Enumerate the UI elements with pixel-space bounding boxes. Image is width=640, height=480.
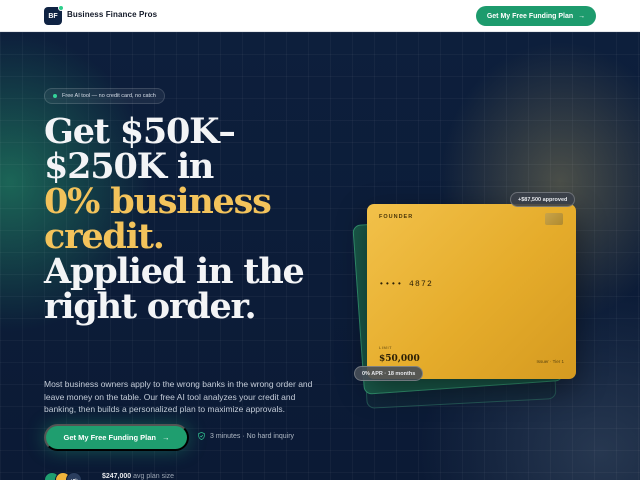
card-label: FOUNDER [379,214,414,220]
stat-value: $247,000 [102,473,132,480]
shield-check-icon [198,432,205,440]
top-navbar: BF Business Finance Pros Get My Free Fun… [0,0,640,32]
status-dot-icon [53,94,57,98]
headline-line-3: 0% business [44,181,272,222]
card-chip-icon [545,213,563,225]
logo-text: BF [48,12,58,20]
hero-funding-plan-button[interactable]: Get My Free Funding Plan → [44,424,189,451]
card-issuer: Issuer · Tier 1 [536,359,564,364]
card-limit-label: LIMIT [379,345,393,350]
hero-description: Most business owners apply to the wrong … [44,379,313,415]
hero-headline: Get $50K– $250K in 0% business credit. A… [44,114,344,324]
customer-avatars: +8k [44,472,82,480]
hero-meta: 3 minutes · No hard inquiry [198,432,294,440]
stat-label: avg plan size [133,473,175,480]
avg-plan-stat: $247,000 avg plan size [102,473,174,480]
headline-line-5: Applied in the [44,251,305,292]
approved-badge: +$87,500 approved [510,192,576,207]
header-funding-plan-button[interactable]: Get My Free Funding Plan → [476,6,596,26]
arrow-right-icon: → [162,433,170,442]
meta-text: 3 minutes · No hard inquiry [210,432,295,440]
header-cta-label: Get My Free Funding Plan [486,12,574,20]
hero-section: Free AI tool — no credit card, no catch … [0,32,640,480]
logo-status-dot [58,5,64,11]
arrow-right-icon: → [578,12,586,20]
brand-logo[interactable]: BF [44,5,64,25]
hero-cta-label: Get My Free Funding Plan [63,433,156,442]
apr-badge: 0% APR · 18 months [354,366,424,381]
free-tool-pill: Free AI tool — no credit card, no catch [44,88,165,104]
pill-text: Free AI tool — no credit card, no catch [62,93,156,99]
card-number: •••• 4872 [379,280,434,289]
card-limit: $50,000 [379,354,420,364]
headline-line-4: credit. [44,216,165,257]
brand-name[interactable]: Business Finance Pros [67,10,157,19]
credit-card: FOUNDER •••• 4872 LIMIT $50,000 Issuer ·… [367,204,576,379]
headline-line-1: Get $50K– [44,111,236,152]
headline-line-6: right order. [44,286,257,327]
headline-line-2: $250K in [44,146,214,187]
